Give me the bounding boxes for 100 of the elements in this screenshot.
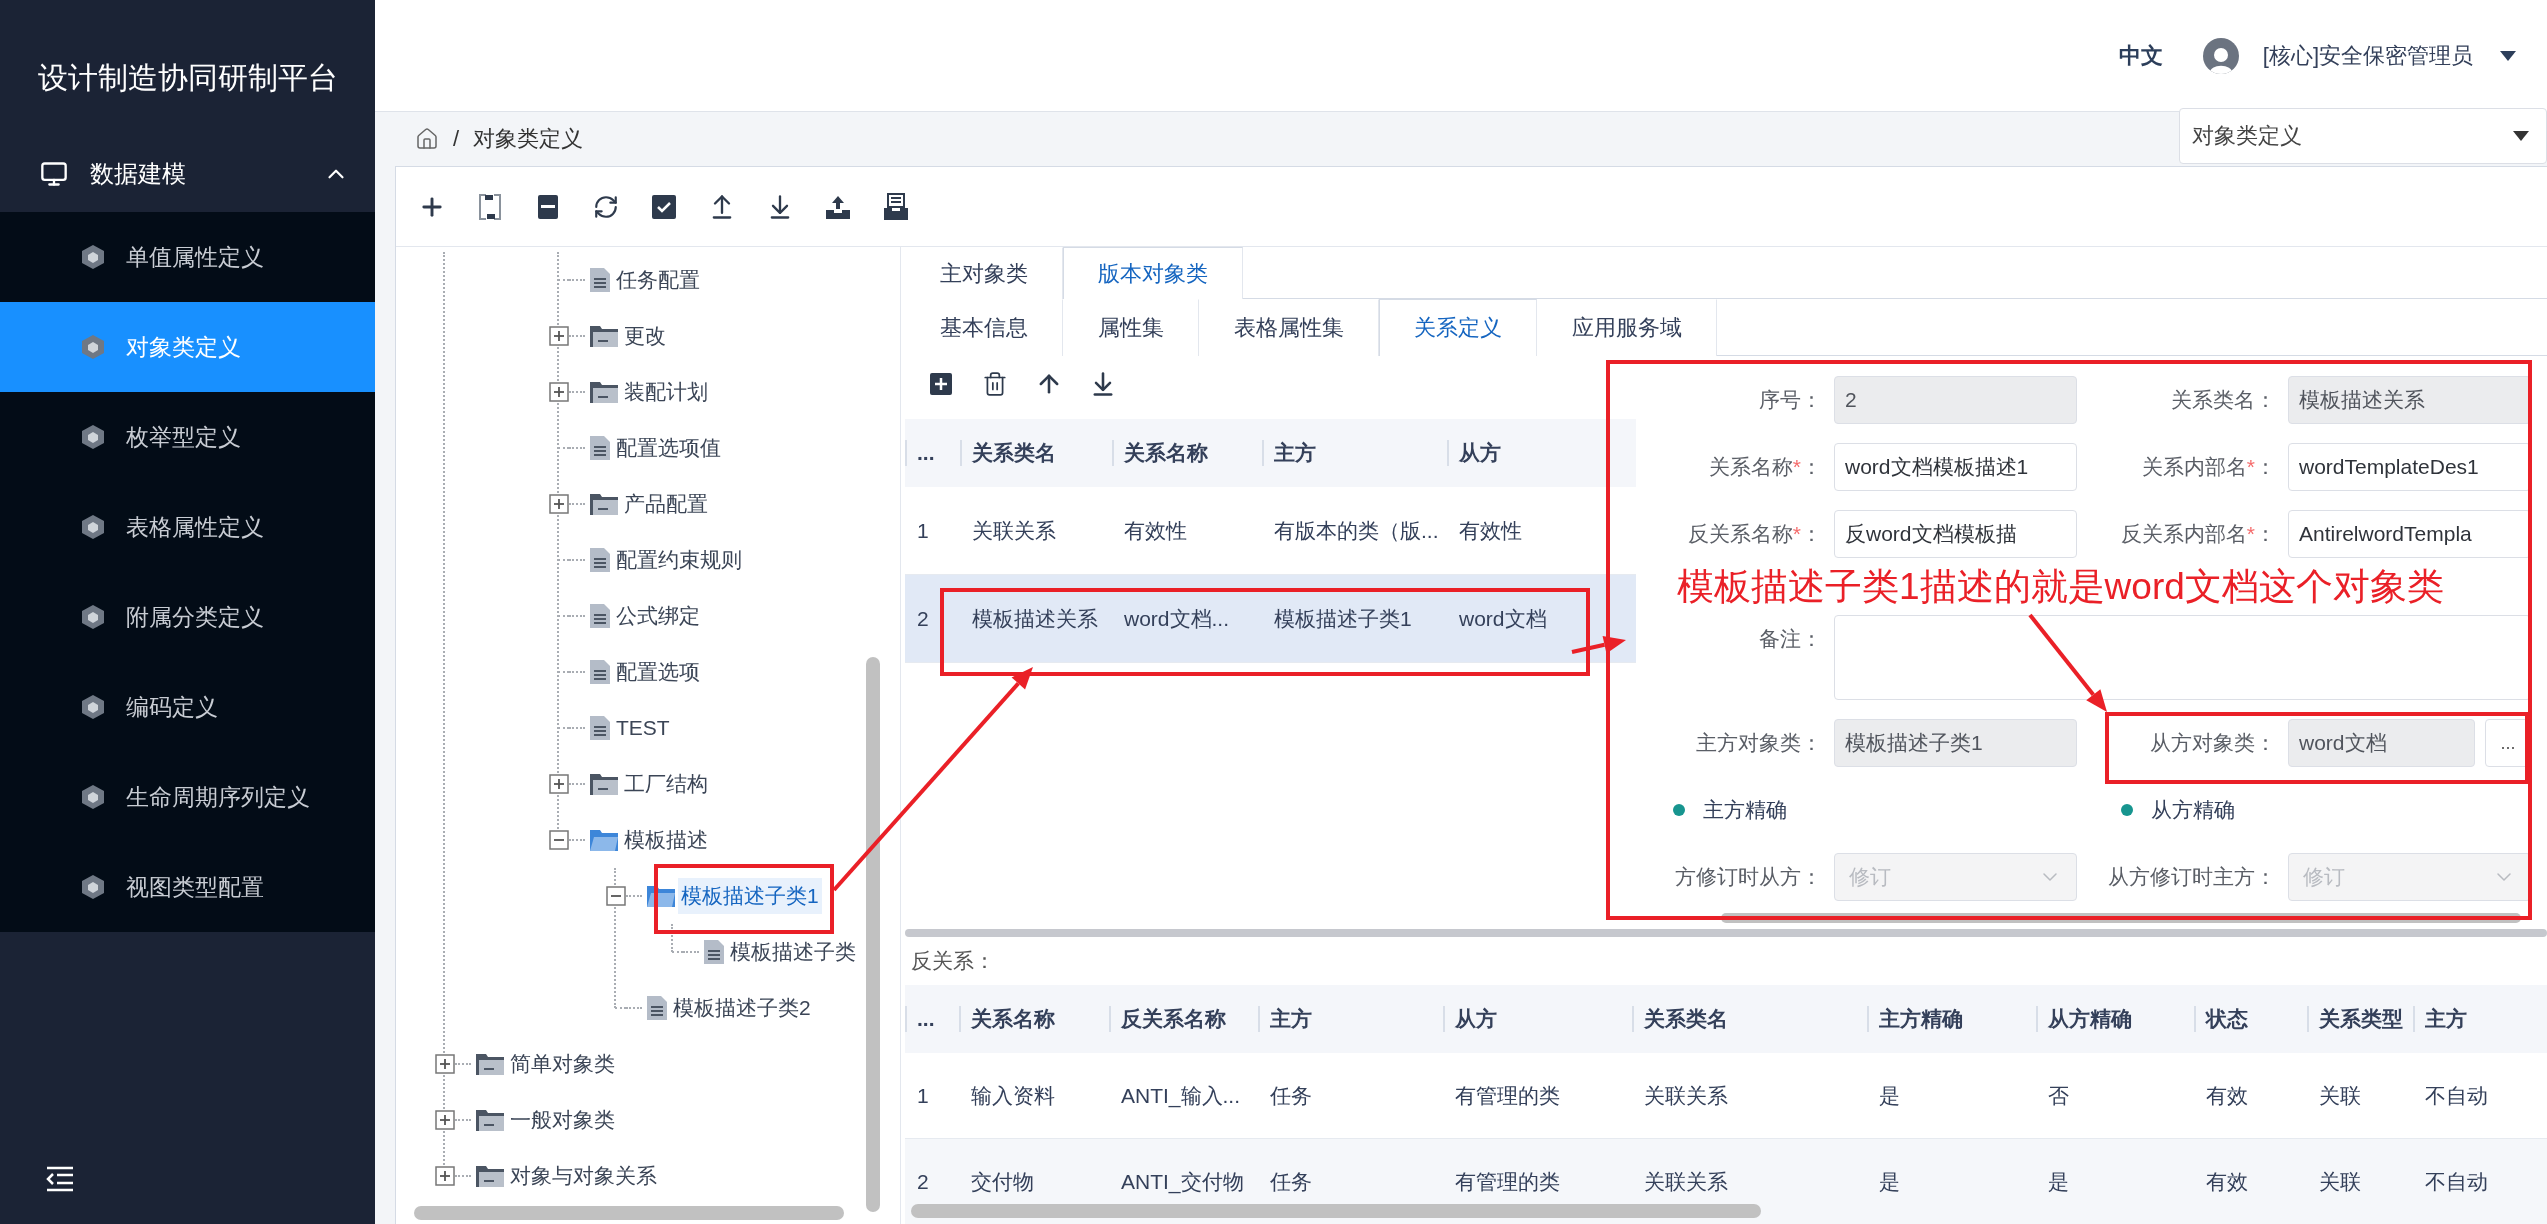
- tree-item[interactable]: 模板描述子类1: [678, 878, 822, 914]
- tree-item[interactable]: 任务配置: [613, 262, 703, 298]
- tree-item[interactable]: 配置约束规则: [613, 542, 745, 578]
- cube-icon: [80, 873, 106, 901]
- table-cell: word文档: [1447, 575, 1636, 663]
- input-field[interactable]: 模板描述子类1: [1834, 719, 2077, 767]
- expand-icon[interactable]: [549, 494, 569, 514]
- input-field[interactable]: 模板描述关系: [2288, 376, 2531, 424]
- tab[interactable]: 表格属性集: [1199, 299, 1379, 356]
- table-cell: 2: [905, 575, 960, 663]
- document-icon: [589, 715, 611, 741]
- tab[interactable]: 应用服务域: [1537, 299, 1717, 356]
- expand-icon[interactable]: [549, 382, 569, 402]
- table-cell: 不自动: [2413, 1139, 2547, 1224]
- sidebar-item[interactable]: 表格属性定义: [0, 482, 375, 572]
- tree-item[interactable]: 装配计划: [621, 374, 711, 410]
- expand-icon[interactable]: [435, 1110, 455, 1130]
- sidebar-item[interactable]: 附属分类定义: [0, 572, 375, 662]
- collapse-menu-icon[interactable]: [45, 1166, 75, 1192]
- breadcrumb-item: 对象类定义: [473, 125, 584, 153]
- folder-icon: [589, 492, 619, 516]
- section-title: 反关系：: [910, 948, 996, 974]
- tab[interactable]: 关系定义: [1379, 299, 1537, 356]
- tab[interactable]: 基本信息: [905, 299, 1063, 356]
- caret-icon: [2499, 49, 2517, 62]
- breadcrumb-separator: /: [453, 126, 460, 152]
- tab[interactable]: 主对象类: [905, 247, 1063, 299]
- expand-icon[interactable]: [549, 774, 569, 794]
- monitor-icon: [40, 159, 68, 188]
- avatar-icon: [2202, 37, 2239, 74]
- cube-icon: [80, 603, 106, 631]
- cube-icon: [80, 243, 106, 271]
- checkbox-option[interactable]: 从方精确: [2089, 786, 2531, 834]
- checkbox-option[interactable]: 主方精确: [1641, 786, 2077, 834]
- field-label: 从方修订时主方：: [2107, 864, 2276, 890]
- tree-item[interactable]: 模板描述子类2: [670, 990, 814, 1026]
- sidebar-item[interactable]: 视图类型配置: [0, 842, 375, 932]
- language-switch[interactable]: 中文: [2118, 40, 2163, 71]
- user-menu[interactable]: [核心]安全保密管理员: [2262, 40, 2517, 71]
- column-header: 关系类名: [960, 440, 1056, 466]
- collapse-icon[interactable]: [606, 886, 626, 906]
- tree-item[interactable]: 模板描述子类: [727, 934, 859, 970]
- table-cell: 模板描述子类1: [1262, 575, 1447, 663]
- tree-item[interactable]: 对象与对象关系: [507, 1158, 660, 1194]
- app-title: 设计制造协同研制平台: [37, 60, 339, 96]
- input-field[interactable]: word文档模板描述1: [1834, 443, 2077, 491]
- bracket-frame-icon[interactable]: [476, 192, 504, 221]
- document-icon: [589, 659, 611, 685]
- column-header: 反关系名称: [1109, 1006, 1226, 1032]
- expand-icon[interactable]: [435, 1054, 455, 1074]
- field-label: 主方对象类：: [1695, 730, 1822, 756]
- cube-icon: [80, 693, 106, 721]
- cube-icon: [80, 333, 106, 361]
- table-cell: 关联: [2307, 1139, 2413, 1224]
- cube-icon: [80, 423, 106, 451]
- checkbox-icon[interactable]: [650, 192, 678, 221]
- column-header: 从方: [1447, 440, 1501, 466]
- expand-icon[interactable]: [549, 326, 569, 346]
- tree-item[interactable]: 配置选项值: [613, 430, 724, 466]
- scrollbar-thumb[interactable]: [911, 1204, 1761, 1218]
- sidebar-section[interactable]: 数据建模: [0, 135, 375, 212]
- document-icon: [589, 547, 611, 573]
- tray-document-icon[interactable]: [882, 192, 910, 221]
- home-icon[interactable]: [415, 127, 439, 151]
- tree-item[interactable]: 一般对象类: [507, 1102, 618, 1138]
- input-field[interactable]: wordTemplateDes1: [2288, 443, 2531, 491]
- tree-item[interactable]: 产品配置: [621, 486, 711, 522]
- sidebar-item[interactable]: 编码定义: [0, 662, 375, 752]
- folder-icon: [589, 380, 619, 404]
- tree-item[interactable]: 配置选项: [613, 654, 703, 690]
- column-header: 主方: [1258, 1006, 1312, 1032]
- input-field[interactable]: AntirelwordTempla: [2288, 510, 2531, 558]
- annotation-arrow: [1571, 636, 1626, 654]
- tree-item[interactable]: 模板描述: [621, 822, 711, 858]
- tree-item[interactable]: 工厂结构: [621, 766, 711, 802]
- tree-item[interactable]: 更改: [621, 318, 669, 354]
- sidebar-item[interactable]: 单值属性定义: [0, 212, 375, 302]
- tree-item[interactable]: TEST: [613, 712, 673, 744]
- page-select[interactable]: 对象类定义: [2179, 108, 2547, 164]
- field-label: 关系名称*：: [1707, 454, 1822, 480]
- tree-item[interactable]: 公式绑定: [613, 598, 703, 634]
- sidebar-item[interactable]: 生命周期序列定义: [0, 752, 375, 842]
- scrollbar-thumb[interactable]: [1721, 913, 2521, 923]
- input-field[interactable]: word文档: [2288, 719, 2475, 767]
- input-field[interactable]: 反word文档模板描: [1834, 510, 2077, 558]
- delete-icon[interactable]: [981, 369, 1009, 398]
- document-icon: [646, 995, 668, 1021]
- scrollbar-thumb[interactable]: [866, 657, 880, 1212]
- document-icon: [589, 435, 611, 461]
- field-label: 从方对象类：: [2149, 730, 2276, 756]
- sidebar-item[interactable]: 枚举型定义: [0, 392, 375, 482]
- folder-icon: [589, 828, 619, 852]
- remark-field[interactable]: [1834, 615, 2531, 700]
- collapse-icon[interactable]: [549, 830, 569, 850]
- tree-item[interactable]: 简单对象类: [507, 1046, 618, 1082]
- input-field[interactable]: 2: [1834, 376, 2077, 424]
- tab[interactable]: 版本对象类: [1063, 247, 1243, 299]
- scrollbar-thumb[interactable]: [414, 1206, 844, 1220]
- tab[interactable]: 属性集: [1063, 299, 1199, 356]
- expand-icon[interactable]: [435, 1166, 455, 1186]
